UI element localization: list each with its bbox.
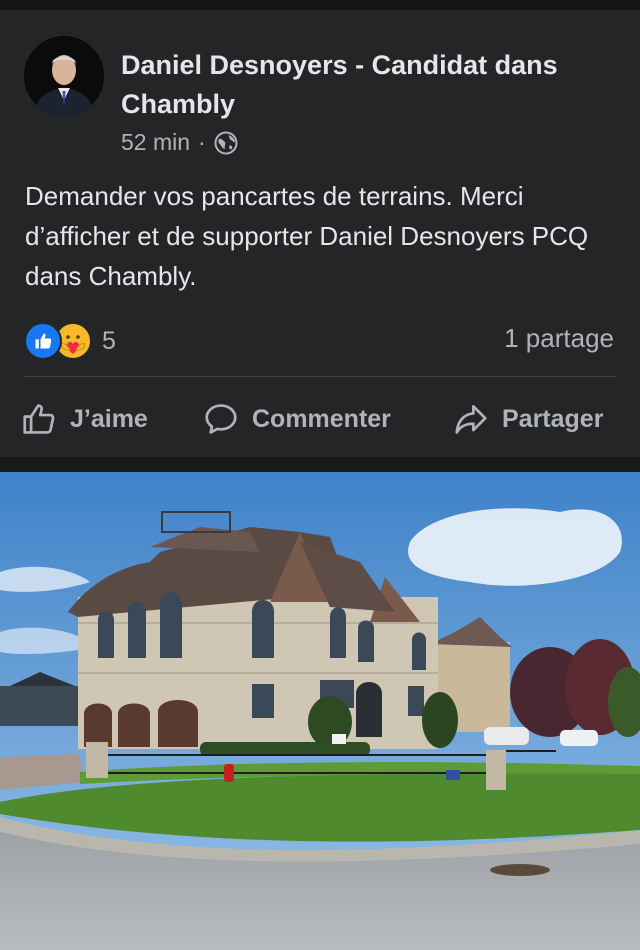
thumbs-up-icon — [23, 404, 55, 434]
post-actions: J’aime Commenter Partager — [0, 396, 640, 442]
post-meta: 52 min · — [121, 129, 238, 156]
comment-button[interactable]: Commenter — [202, 396, 391, 442]
like-button-label: J’aime — [70, 404, 148, 433]
globe-icon — [214, 131, 238, 154]
comment-icon — [205, 404, 237, 434]
post-author[interactable]: Daniel Desnoyers - Candidat dans Chambly — [121, 46, 591, 124]
divider — [24, 376, 616, 377]
share-button-label: Partager — [502, 404, 604, 433]
avatar[interactable] — [24, 36, 104, 116]
like-reaction-icon — [24, 322, 62, 360]
post-card: Daniel Desnoyers - Candidat dans Chambly… — [0, 10, 640, 457]
reactions-summary[interactable]: 5 — [24, 322, 116, 360]
post-text: Demander vos pancartes de terrains. Merc… — [25, 181, 589, 291]
share-button[interactable]: Partager — [452, 396, 603, 442]
comment-button-label: Commenter — [252, 404, 391, 433]
reaction-count: 5 — [102, 326, 116, 355]
post-photo[interactable] — [0, 472, 640, 950]
share-arrow-icon — [455, 404, 487, 434]
meta-separator: · — [198, 129, 206, 155]
like-button[interactable]: J’aime — [20, 396, 148, 442]
top-bar — [0, 0, 640, 10]
share-count[interactable]: 1 partage — [504, 323, 614, 354]
post-time[interactable]: 52 min — [121, 129, 190, 156]
